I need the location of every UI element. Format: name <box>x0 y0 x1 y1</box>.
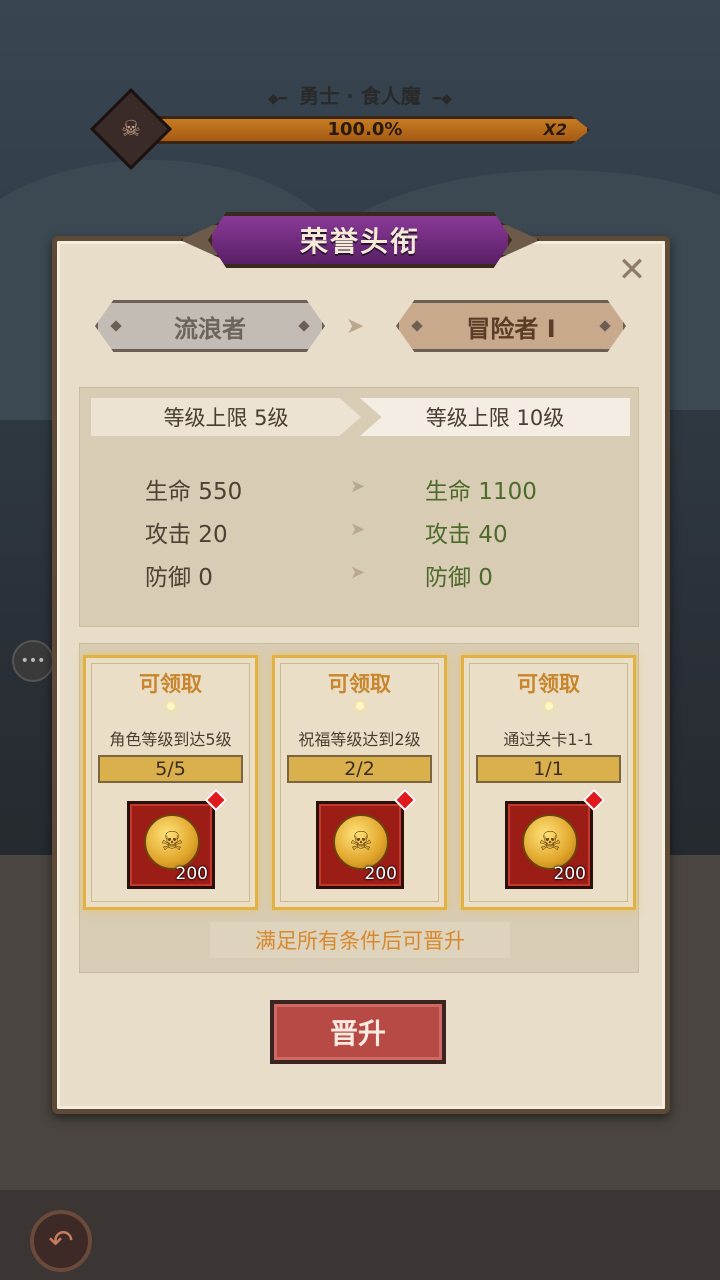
reward-amount: 200 <box>553 864 586 884</box>
stat-new-attack: 攻击 40 <box>425 522 508 548</box>
glow-dot-icon <box>355 702 364 710</box>
next-rank: 冒险者 I <box>466 314 556 343</box>
chat-icon[interactable]: ••• <box>12 640 54 682</box>
task-progress-text: 5/5 <box>155 758 186 780</box>
skull-coin-icon: ☠ <box>144 814 200 870</box>
task-card[interactable]: 可领取 祝福等级达到2级 2/2 ☠ 200 <box>272 655 447 910</box>
boss-name: 勇士 · 食人魔 <box>299 84 421 108</box>
arrow-right-icon: ➤ <box>350 562 366 583</box>
boss-progress-bar: 100.0% X2 <box>140 116 590 144</box>
back-arrow-icon: ↶ <box>48 1223 74 1259</box>
reward-item[interactable]: ☠ 200 <box>316 788 417 889</box>
reward-amount: 200 <box>364 864 397 884</box>
reward-item[interactable]: ☠ 200 <box>505 788 606 889</box>
skull-coin-icon: ☠ <box>522 814 578 870</box>
ornament-icon: ━◆ <box>432 91 452 107</box>
task-progress-text: 1/1 <box>533 758 564 780</box>
glow-dot-icon <box>166 702 175 710</box>
reward-amount: 200 <box>175 864 208 884</box>
current-rank: 流浪者 <box>174 314 246 343</box>
stat-new-hp: 生命 1100 <box>425 479 537 505</box>
task-progress-bar: 1/1 <box>476 755 621 783</box>
task-description: 角色等级到达5级 <box>109 730 232 749</box>
task-progress-text: 2/2 <box>344 758 375 780</box>
boss-multiplier: X2 <box>543 120 567 139</box>
task-progress-bar: 5/5 <box>98 755 243 783</box>
dialog-title-plate: 荣誉头衔 <box>208 212 512 268</box>
promote-button-label: 晋升 <box>329 1017 386 1050</box>
task-status: 可领取 <box>139 672 202 696</box>
arrow-right-icon: ➤ <box>350 519 366 540</box>
glow-dot-icon <box>544 702 553 710</box>
next-level-cap: 等级上限 10级 <box>360 398 630 436</box>
task-card[interactable]: 可领取 角色等级到达5级 5/5 ☠ 200 <box>83 655 258 910</box>
stat-old-hp: 生命 550 <box>145 479 243 505</box>
next-rank-plate: 冒险者 I <box>396 300 626 352</box>
close-icon[interactable]: ✕ <box>612 250 652 290</box>
task-status: 可领取 <box>328 672 391 696</box>
dialog-title: 荣誉头衔 <box>299 225 420 258</box>
task-description: 通过关卡1-1 <box>503 730 594 749</box>
ornament-icon: ◆━ <box>268 91 288 107</box>
back-button[interactable]: ↶ <box>30 1210 92 1272</box>
task-card[interactable]: 可领取 通过关卡1-1 1/1 ☠ 200 <box>461 655 636 910</box>
current-rank-plate: 流浪者 <box>95 300 325 352</box>
stat-new-defense: 防御 0 <box>425 565 493 591</box>
reward-item[interactable]: ☠ 200 <box>127 788 228 889</box>
ogre-skull-icon: ☠ <box>121 116 141 142</box>
promote-button[interactable]: 晋升 <box>270 1000 446 1064</box>
skull-coin-icon: ☠ <box>333 814 389 870</box>
stat-old-attack: 攻击 20 <box>145 522 228 548</box>
arrow-right-icon: ➤ <box>350 476 366 497</box>
boss-progress-text: 100.0% <box>327 119 403 140</box>
promotion-hint: 满足所有条件后可晋升 <box>210 922 510 958</box>
task-description: 祝福等级达到2级 <box>298 730 421 749</box>
task-progress-bar: 2/2 <box>287 755 432 783</box>
task-status: 可领取 <box>517 672 580 696</box>
current-level-cap: 等级上限 5级 <box>91 398 361 436</box>
arrow-right-icon: ➤ <box>346 314 365 339</box>
stat-old-defense: 防御 0 <box>145 565 213 591</box>
